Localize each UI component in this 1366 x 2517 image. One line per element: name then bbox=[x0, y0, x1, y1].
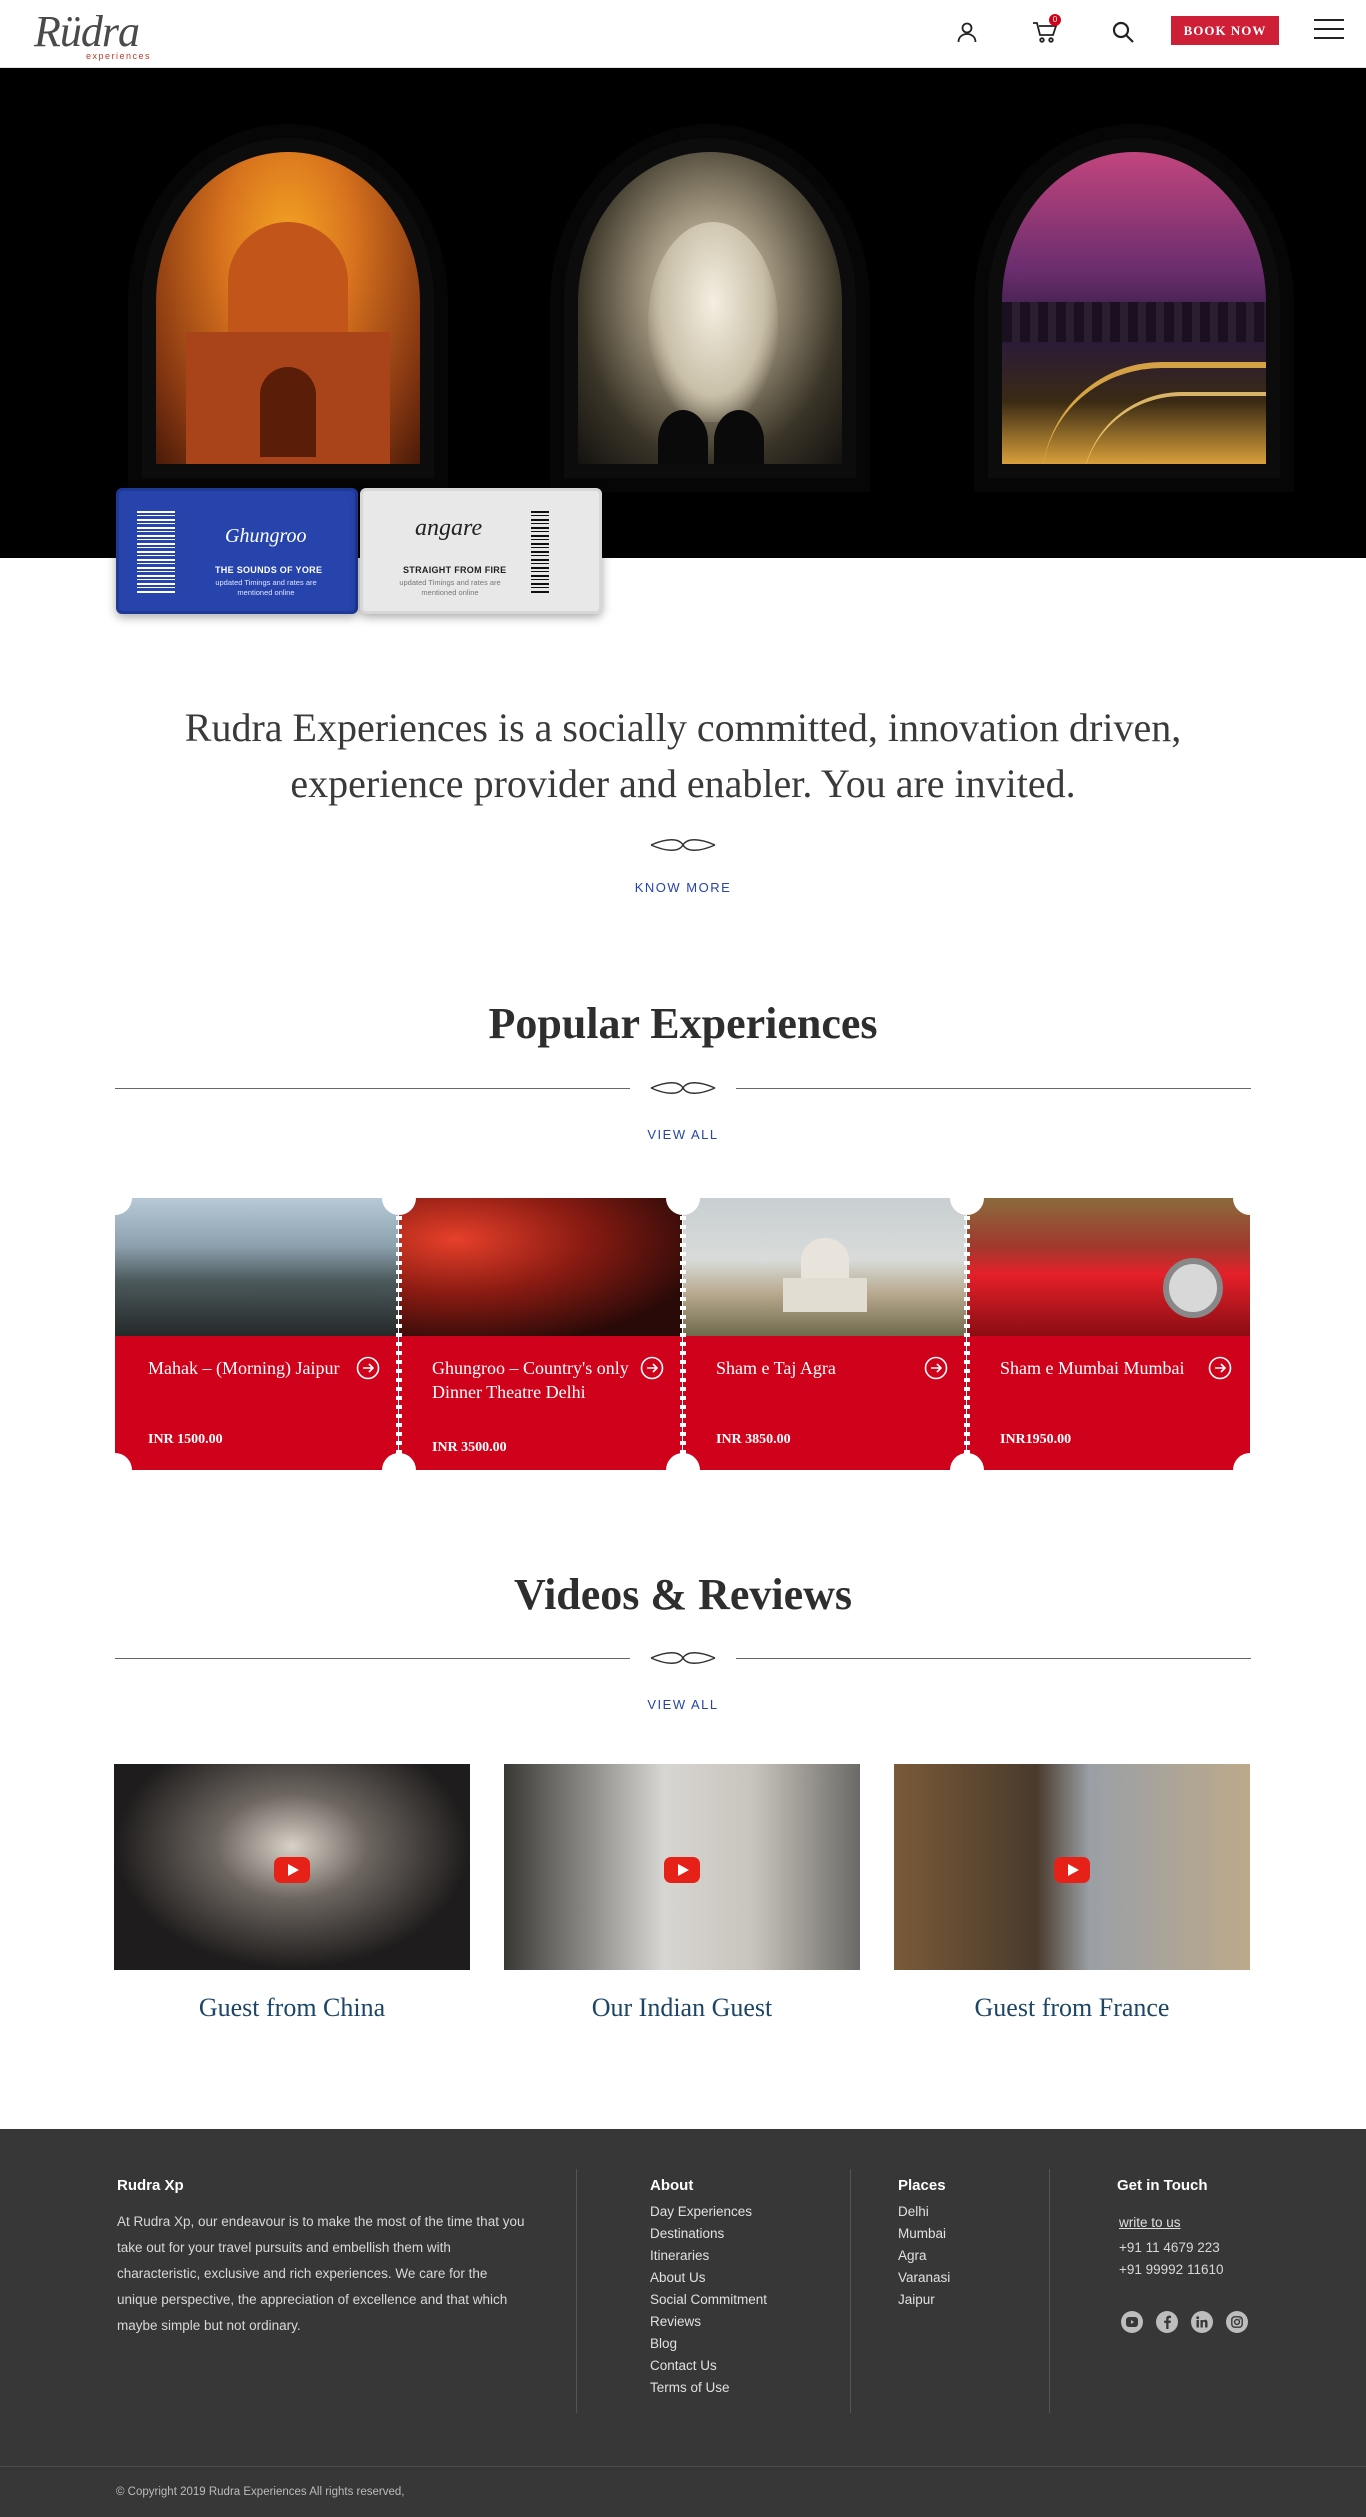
experience-price: INR 3500.00 bbox=[432, 1440, 507, 1455]
phone-number: +91 11 4679 223 bbox=[1119, 2240, 1220, 2255]
write-to-us-link[interactable]: write to us bbox=[1119, 2215, 1181, 2230]
footer-about-text: At Rudra Xp, our endeavour is to make th… bbox=[117, 2214, 525, 2333]
user-icon[interactable] bbox=[951, 16, 983, 48]
experience-price: INR 3850.00 bbox=[716, 1432, 791, 1447]
footer-link-terms[interactable]: Terms of Use bbox=[650, 2377, 767, 2399]
facebook-icon[interactable] bbox=[1156, 2311, 1178, 2333]
footer-link-contact-us[interactable]: Contact Us bbox=[650, 2355, 767, 2377]
arrow-right-icon[interactable] bbox=[640, 1356, 664, 1380]
experiences-list: Mahak – (Morning) Jaipur INR 1500.00 Ghu… bbox=[98, 1181, 1267, 1487]
footer-link-about-us[interactable]: About Us bbox=[650, 2267, 767, 2289]
flourish-divider-icon bbox=[650, 1652, 716, 1664]
barcode bbox=[137, 511, 175, 593]
experience-card[interactable]: Ghungroo – Country's only Dinner Theatre… bbox=[399, 1198, 682, 1470]
arrow-right-icon[interactable] bbox=[924, 1356, 948, 1380]
divider-line bbox=[115, 1088, 630, 1089]
footer-place-jaipur[interactable]: Jaipur bbox=[898, 2289, 950, 2311]
youtube-icon[interactable] bbox=[1121, 2311, 1143, 2333]
youtube-play-icon[interactable] bbox=[1054, 1857, 1090, 1883]
arrow-right-icon[interactable] bbox=[356, 1356, 380, 1380]
copyright-text: © Copyright 2019 Rudra Experiences All r… bbox=[116, 2486, 405, 2498]
video-thumbnail[interactable] bbox=[894, 1764, 1250, 1970]
footer-place-mumbai[interactable]: Mumbai bbox=[898, 2223, 950, 2245]
experience-title: Mahak – (Morning) Jaipur bbox=[148, 1358, 340, 1378]
logo-text: Rüdra bbox=[34, 7, 140, 56]
experience-card[interactable]: Sham e Taj Agra INR 3850.00 bbox=[683, 1198, 966, 1470]
footer-about-links: Day Experiences Destinations Itineraries… bbox=[650, 2201, 767, 2399]
video-thumbnail[interactable] bbox=[114, 1764, 470, 1970]
footer-link-itineraries[interactable]: Itineraries bbox=[650, 2245, 767, 2267]
footer-link-reviews[interactable]: Reviews bbox=[650, 2311, 767, 2333]
dancer-arch-image bbox=[578, 152, 842, 464]
experience-title: Sham e Taj Agra bbox=[716, 1358, 836, 1378]
footer-places-heading: Places bbox=[898, 2177, 946, 2194]
footer-link-destinations[interactable]: Destinations bbox=[650, 2223, 767, 2245]
angare-ticket[interactable]: angare STRAIGHT FROM FIRE updated Timing… bbox=[360, 488, 602, 614]
divider-line bbox=[736, 1088, 1251, 1089]
videos-reviews-title: Videos & Reviews bbox=[513, 1570, 853, 1619]
video-thumbnail[interactable] bbox=[504, 1764, 860, 1970]
ghungroo-ticket[interactable]: Ghungroo THE SOUNDS OF YORE updated Timi… bbox=[116, 488, 358, 614]
flourish-divider-icon bbox=[650, 839, 716, 851]
footer-place-delhi[interactable]: Delhi bbox=[898, 2201, 950, 2223]
intro-statement: Rudra Experiences is a socially committe… bbox=[184, 705, 1182, 806]
footer-about-links-heading: About bbox=[650, 2177, 694, 2194]
phone-number: +91 99992 11610 bbox=[1119, 2262, 1224, 2277]
search-icon[interactable] bbox=[1107, 16, 1139, 48]
cart-count-badge: 0 bbox=[1049, 14, 1061, 26]
experience-price: INR1950.00 bbox=[1000, 1432, 1072, 1447]
footer-place-varanasi[interactable]: Varanasi bbox=[898, 2267, 950, 2289]
footer-contact-heading: Get in Touch bbox=[1117, 2177, 1208, 2194]
experience-image bbox=[115, 1198, 398, 1336]
menu-icon[interactable] bbox=[1314, 19, 1344, 41]
video-caption: Guest from France bbox=[974, 1993, 1170, 2022]
experience-price: INR 1500.00 bbox=[148, 1432, 223, 1447]
experience-image bbox=[967, 1198, 1250, 1336]
taj-mahal-arch-image bbox=[156, 152, 420, 464]
site-logo[interactable]: Rüdra experiences bbox=[34, 6, 154, 62]
view-all-experiences-link[interactable]: VIEW ALL bbox=[583, 1127, 783, 1142]
youtube-play-icon[interactable] bbox=[664, 1857, 700, 1883]
divider-line bbox=[736, 1658, 1251, 1659]
divider-line bbox=[115, 1658, 630, 1659]
flourish-divider-icon bbox=[650, 1082, 716, 1094]
logo-subtitle: experiences bbox=[86, 51, 152, 61]
experience-card[interactable]: Sham e Mumbai Mumbai INR1950.00 bbox=[967, 1198, 1250, 1470]
popular-experiences-title: Popular Experiences bbox=[488, 999, 878, 1048]
ticket-note: updated Timings and rates are mentioned … bbox=[399, 578, 501, 597]
footer-places: Delhi Mumbai Agra Varanasi Jaipur bbox=[898, 2201, 950, 2311]
know-more-link[interactable]: KNOW MORE bbox=[583, 880, 783, 895]
mumbai-night-arch-image bbox=[1002, 152, 1266, 464]
youtube-play-icon[interactable] bbox=[274, 1857, 310, 1883]
footer-link-blog[interactable]: Blog bbox=[650, 2333, 767, 2355]
hero-banner bbox=[0, 68, 1366, 558]
footer-link-day-experiences[interactable]: Day Experiences bbox=[650, 2201, 767, 2223]
book-now-button[interactable]: BOOK NOW bbox=[1171, 16, 1279, 45]
video-caption: Our Indian Guest bbox=[591, 1993, 773, 2022]
barcode bbox=[531, 511, 549, 593]
experience-card[interactable]: Mahak – (Morning) Jaipur INR 1500.00 bbox=[115, 1198, 398, 1470]
ticket-note: updated Timings and rates are mentioned … bbox=[215, 578, 317, 597]
ticket-brand: angare bbox=[415, 515, 483, 541]
ticket-tagline: STRAIGHT FROM FIRE bbox=[403, 565, 507, 575]
linkedin-icon[interactable] bbox=[1191, 2311, 1213, 2333]
footer-link-social-commitment[interactable]: Social Commitment bbox=[650, 2289, 767, 2311]
video-caption: Guest from China bbox=[198, 1993, 386, 2022]
ticket-brand: Ghungroo bbox=[225, 525, 307, 547]
view-all-videos-link[interactable]: VIEW ALL bbox=[583, 1697, 783, 1712]
footer-about-heading: Rudra Xp bbox=[117, 2177, 184, 2194]
instagram-icon[interactable] bbox=[1226, 2311, 1248, 2333]
footer-divider bbox=[0, 2466, 1366, 2467]
footer-place-agra[interactable]: Agra bbox=[898, 2245, 950, 2267]
experience-title: Sham e Mumbai Mumbai bbox=[1000, 1358, 1185, 1378]
experience-title: Ghungroo – Country's only Dinner Theatre… bbox=[432, 1358, 629, 1402]
ticket-tagline: THE SOUNDS OF YORE bbox=[215, 565, 323, 575]
experience-image bbox=[399, 1198, 682, 1336]
cart-icon[interactable]: 0 bbox=[1029, 14, 1061, 48]
experience-image bbox=[683, 1198, 966, 1336]
arrow-right-icon[interactable] bbox=[1208, 1356, 1232, 1380]
site-header: Rüdra experiences 0 BOOK NOW bbox=[0, 0, 1366, 68]
